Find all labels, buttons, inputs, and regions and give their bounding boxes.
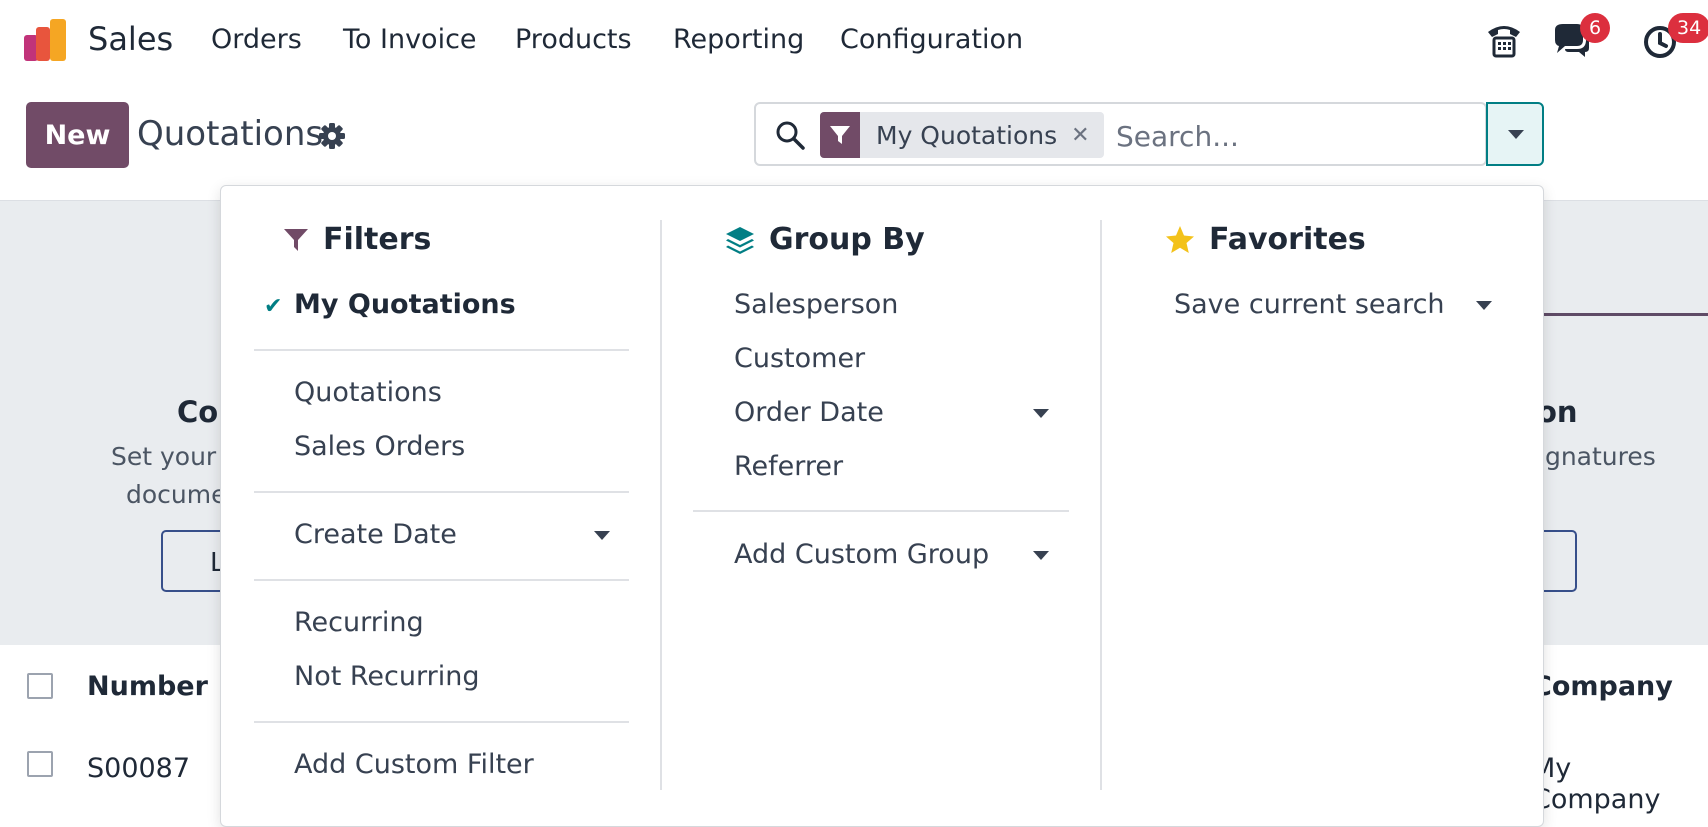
chevron-down-icon[interactable] — [1033, 409, 1049, 418]
group-by-heading: Group By — [725, 222, 925, 257]
search-options-toggle-button[interactable] — [1486, 102, 1544, 166]
filter-recurring[interactable]: Recurring — [294, 607, 424, 638]
row-company[interactable]: My Company — [1532, 753, 1708, 815]
decorative-line — [1540, 313, 1708, 316]
divider — [693, 510, 1069, 512]
favorites-heading: Favorites — [1165, 222, 1366, 257]
new-button[interactable]: New — [26, 102, 129, 168]
layers-icon — [726, 226, 754, 254]
chevron-down-icon[interactable] — [1476, 301, 1492, 310]
chevron-down-icon — [1508, 130, 1524, 139]
group-by-salesperson[interactable]: Salesperson — [734, 289, 898, 320]
add-custom-group[interactable]: Add Custom Group — [734, 539, 989, 570]
filter-icon — [284, 228, 308, 251]
divider — [254, 579, 629, 581]
facet-label: My Quotations — [876, 120, 1058, 150]
filter-icon — [820, 112, 860, 158]
save-current-search[interactable]: Save current search — [1174, 289, 1445, 320]
row-number[interactable]: S00087 — [87, 753, 190, 784]
divider — [254, 349, 629, 351]
menu-orders[interactable]: Orders — [211, 24, 302, 55]
menu-to-invoice[interactable]: To Invoice — [343, 24, 477, 55]
gear-icon[interactable] — [318, 122, 346, 150]
group-by-referrer[interactable]: Referrer — [734, 451, 843, 482]
favorites-heading-label: Favorites — [1209, 222, 1366, 257]
row-checkbox[interactable] — [27, 751, 53, 777]
activities-badge: 34 — [1668, 13, 1708, 43]
menu-configuration[interactable]: Configuration — [840, 24, 1023, 55]
filter-create-date[interactable]: Create Date — [294, 519, 457, 550]
filter-sales-orders[interactable]: Sales Orders — [294, 431, 465, 462]
app-name[interactable]: Sales — [88, 20, 173, 58]
search-input[interactable] — [1114, 114, 1488, 158]
check-icon: ✔ — [264, 294, 283, 319]
search-bar: My Quotations ✕ — [754, 102, 1488, 166]
column-number[interactable]: Number — [87, 671, 208, 702]
chevron-down-icon[interactable] — [594, 531, 610, 540]
menu-reporting[interactable]: Reporting — [673, 24, 804, 55]
facet-remove-icon[interactable]: ✕ — [1071, 123, 1103, 148]
phone-icon[interactable] — [1484, 20, 1524, 60]
add-custom-filter[interactable]: Add Custom Filter — [294, 749, 534, 780]
chevron-down-icon[interactable] — [1033, 551, 1049, 560]
divider — [254, 491, 629, 493]
page-title[interactable]: Quotations — [137, 114, 323, 154]
helper-left-text: Set your — [111, 442, 217, 471]
select-all-checkbox[interactable] — [27, 673, 53, 699]
menu-products[interactable]: Products — [515, 24, 632, 55]
control-panel: New Quotations My Quotations ✕ — [0, 82, 1708, 201]
divider — [254, 721, 629, 723]
helper-right-text: signatures — [1525, 442, 1656, 471]
star-icon — [1166, 225, 1194, 253]
group-by-order-date[interactable]: Order Date — [734, 397, 884, 428]
sales-app-logo-icon[interactable] — [22, 17, 70, 63]
helper-left-text-2: docume — [126, 480, 227, 509]
group-by-customer[interactable]: Customer — [734, 343, 865, 374]
filters-heading: Filters — [283, 222, 431, 257]
search-options-dropdown: Filters ✔ My Quotations Quotations Sales… — [220, 185, 1544, 827]
filters-heading-label: Filters — [323, 222, 432, 257]
search-facet: My Quotations ✕ — [820, 112, 1104, 158]
top-navbar: Sales Orders To Invoice Products Reporti… — [0, 0, 1708, 82]
messages-badge: 6 — [1580, 13, 1611, 43]
column-company[interactable]: Company — [1532, 671, 1673, 702]
column-separator — [1100, 220, 1102, 790]
filter-my-quotations[interactable]: My Quotations — [294, 289, 516, 320]
column-separator — [660, 220, 662, 790]
helper-left-title: Co — [177, 395, 219, 429]
group-by-heading-label: Group By — [769, 222, 925, 257]
filter-quotations[interactable]: Quotations — [294, 377, 442, 408]
search-icon[interactable] — [774, 119, 806, 151]
filter-not-recurring[interactable]: Not Recurring — [294, 661, 479, 692]
